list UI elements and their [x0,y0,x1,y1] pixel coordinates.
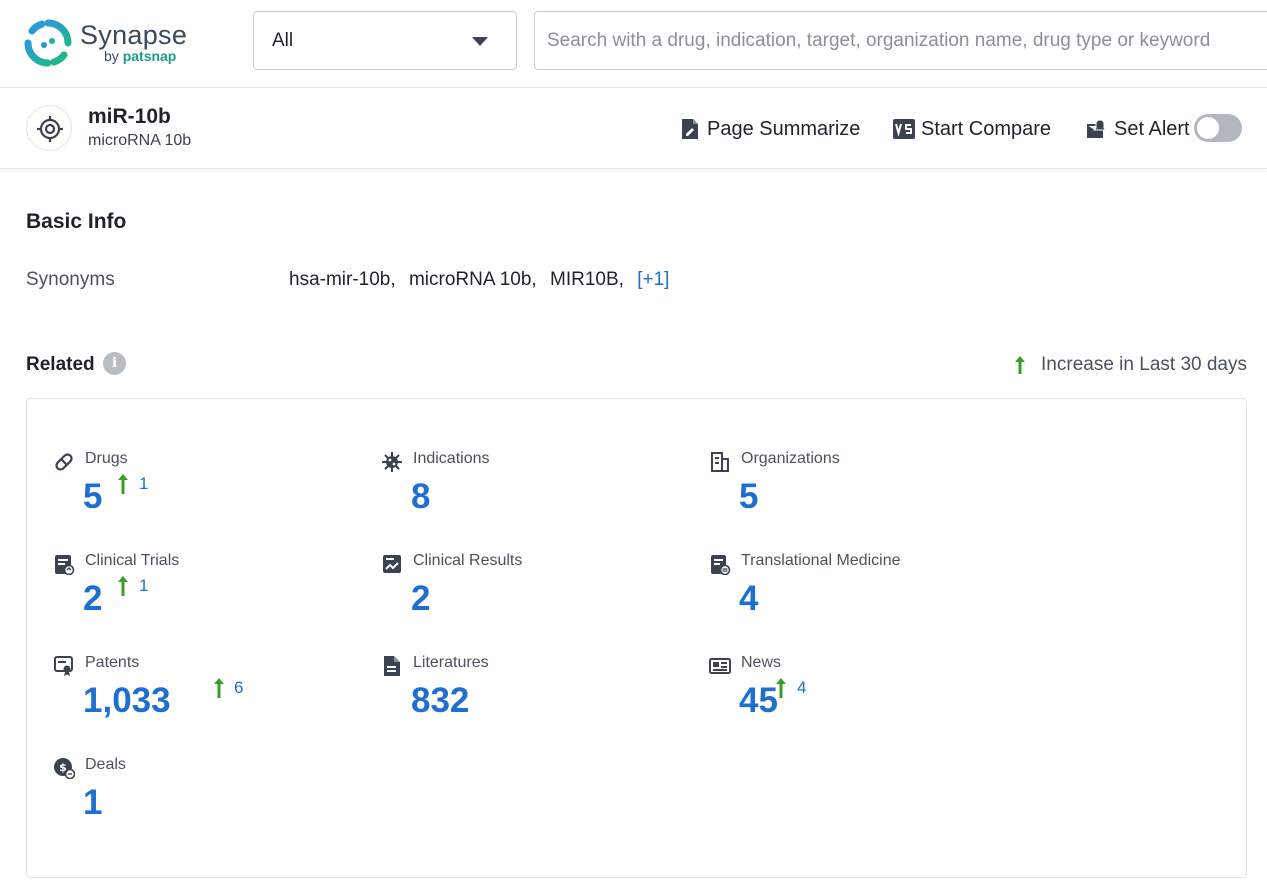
stat-label: Translational Medicine [741,552,900,570]
logo-brand: patsnap [123,48,177,64]
synonym-item: hsa-mir-10b, [289,269,396,290]
stat-increase: 1 [139,576,148,596]
stat-patents[interactable]: Patents 1,033 6 [53,653,353,743]
stat-indications[interactable]: Indications 8 [381,449,681,539]
stat-label: News [741,654,781,672]
stat-increase: 6 [234,678,243,698]
info-icon[interactable]: i [103,352,126,375]
synonym-item: microRNA 10b, [409,269,537,290]
stat-value[interactable]: 2 [411,578,430,620]
entity-avatar [26,105,72,151]
synapse-logo-icon [24,19,72,67]
stat-label: Drugs [85,450,128,468]
target-icon [37,116,63,142]
stat-value[interactable]: 4 [739,578,758,620]
summarize-doc-icon [679,118,701,140]
start-compare-label: Start Compare [921,118,1051,141]
search-box [534,11,1267,70]
related-heading: Related [26,354,95,376]
increase-arrow-icon [774,677,788,699]
pill-icon [53,451,75,473]
alert-toggle[interactable] [1194,114,1242,142]
stat-news[interactable]: News 45 4 [709,653,1009,743]
stat-label: Patents [85,654,139,672]
entity-header: miR-10b microRNA 10b Page Summarize Star… [0,88,1267,169]
stat-translational-medicine[interactable]: Translational Medicine 4 [709,551,1009,641]
increase-legend-label: Increase in Last 30 days [1041,354,1247,376]
stat-clinical-trials[interactable]: Clinical Trials 2 1 [53,551,353,641]
stat-value[interactable]: 5 [739,476,758,518]
increase-arrow-icon [116,575,130,597]
stat-deals[interactable]: $ Deals 1 [53,755,353,845]
stat-label: Deals [85,756,126,774]
top-header: Synapse by patsnap All [0,0,1267,88]
stat-label: Clinical Trials [85,552,179,570]
synonyms-label: Synonyms [26,269,115,291]
document-icon [381,655,403,677]
stat-value[interactable]: 45 [739,680,778,722]
stat-label: Literatures [413,654,489,672]
set-alert-button[interactable]: Set Alert [1086,116,1190,142]
page-summarize-button[interactable]: Page Summarize [679,116,860,142]
patent-icon [53,655,75,677]
stat-value[interactable]: 1 [83,782,102,824]
search-input[interactable] [547,27,1267,55]
basic-info-heading: Basic Info [26,210,126,234]
virus-icon [381,451,403,473]
logo-name: Synapse [80,20,187,51]
newspaper-icon [709,655,731,677]
synonym-item: MIR10B, [550,269,624,290]
logo-byline: by patsnap [104,48,176,64]
increase-arrow-icon [116,473,130,495]
set-alert-label: Set Alert [1114,118,1190,141]
synapse-logo[interactable]: Synapse by patsnap [24,17,184,69]
translational-doc-icon [709,553,731,575]
chart-report-icon [381,553,403,575]
alert-mail-icon [1086,118,1108,140]
entity-title: miR-10b [88,105,171,129]
stat-increase: 4 [797,678,806,698]
increase-arrow-icon [1013,355,1027,375]
toggle-knob [1197,117,1219,139]
stat-value[interactable]: 5 [83,476,102,518]
building-icon [709,451,731,473]
entity-subtitle: microRNA 10b [88,132,191,150]
deal-icon: $ [53,757,75,779]
stat-value[interactable]: 2 [83,578,102,620]
increase-legend: Increase in Last 30 days [1013,354,1247,376]
start-compare-button[interactable]: Start Compare [893,116,1051,142]
synonyms-more-link[interactable]: [+1] [637,269,669,290]
caret-down-icon [472,37,488,46]
stat-drugs[interactable]: Drugs 5 1 [53,449,353,539]
related-stats-card: Drugs 5 1 Indications 8 Organizations 5 [26,398,1247,878]
search-scope-value: All [272,30,293,52]
stat-value[interactable]: 1,033 [83,680,171,722]
stat-increase: 1 [139,474,148,494]
vs-compare-icon [893,118,915,140]
stat-value[interactable]: 832 [411,680,469,722]
page-summarize-label: Page Summarize [707,118,860,141]
stat-value[interactable]: 8 [411,476,430,518]
clipboard-icon [53,553,75,575]
stat-literatures[interactable]: Literatures 832 [381,653,681,743]
synonyms-list: hsa-mir-10b, microRNA 10b, MIR10B, [+1] [289,269,669,291]
search-scope-select[interactable]: All [253,11,517,70]
stat-organizations[interactable]: Organizations 5 [709,449,1009,539]
logo-by-text: by [104,48,119,64]
stat-clinical-results[interactable]: Clinical Results 2 [381,551,681,641]
stat-label: Clinical Results [413,552,522,570]
stat-label: Organizations [741,450,840,468]
stat-label: Indications [413,450,490,468]
increase-arrow-icon [212,677,226,699]
